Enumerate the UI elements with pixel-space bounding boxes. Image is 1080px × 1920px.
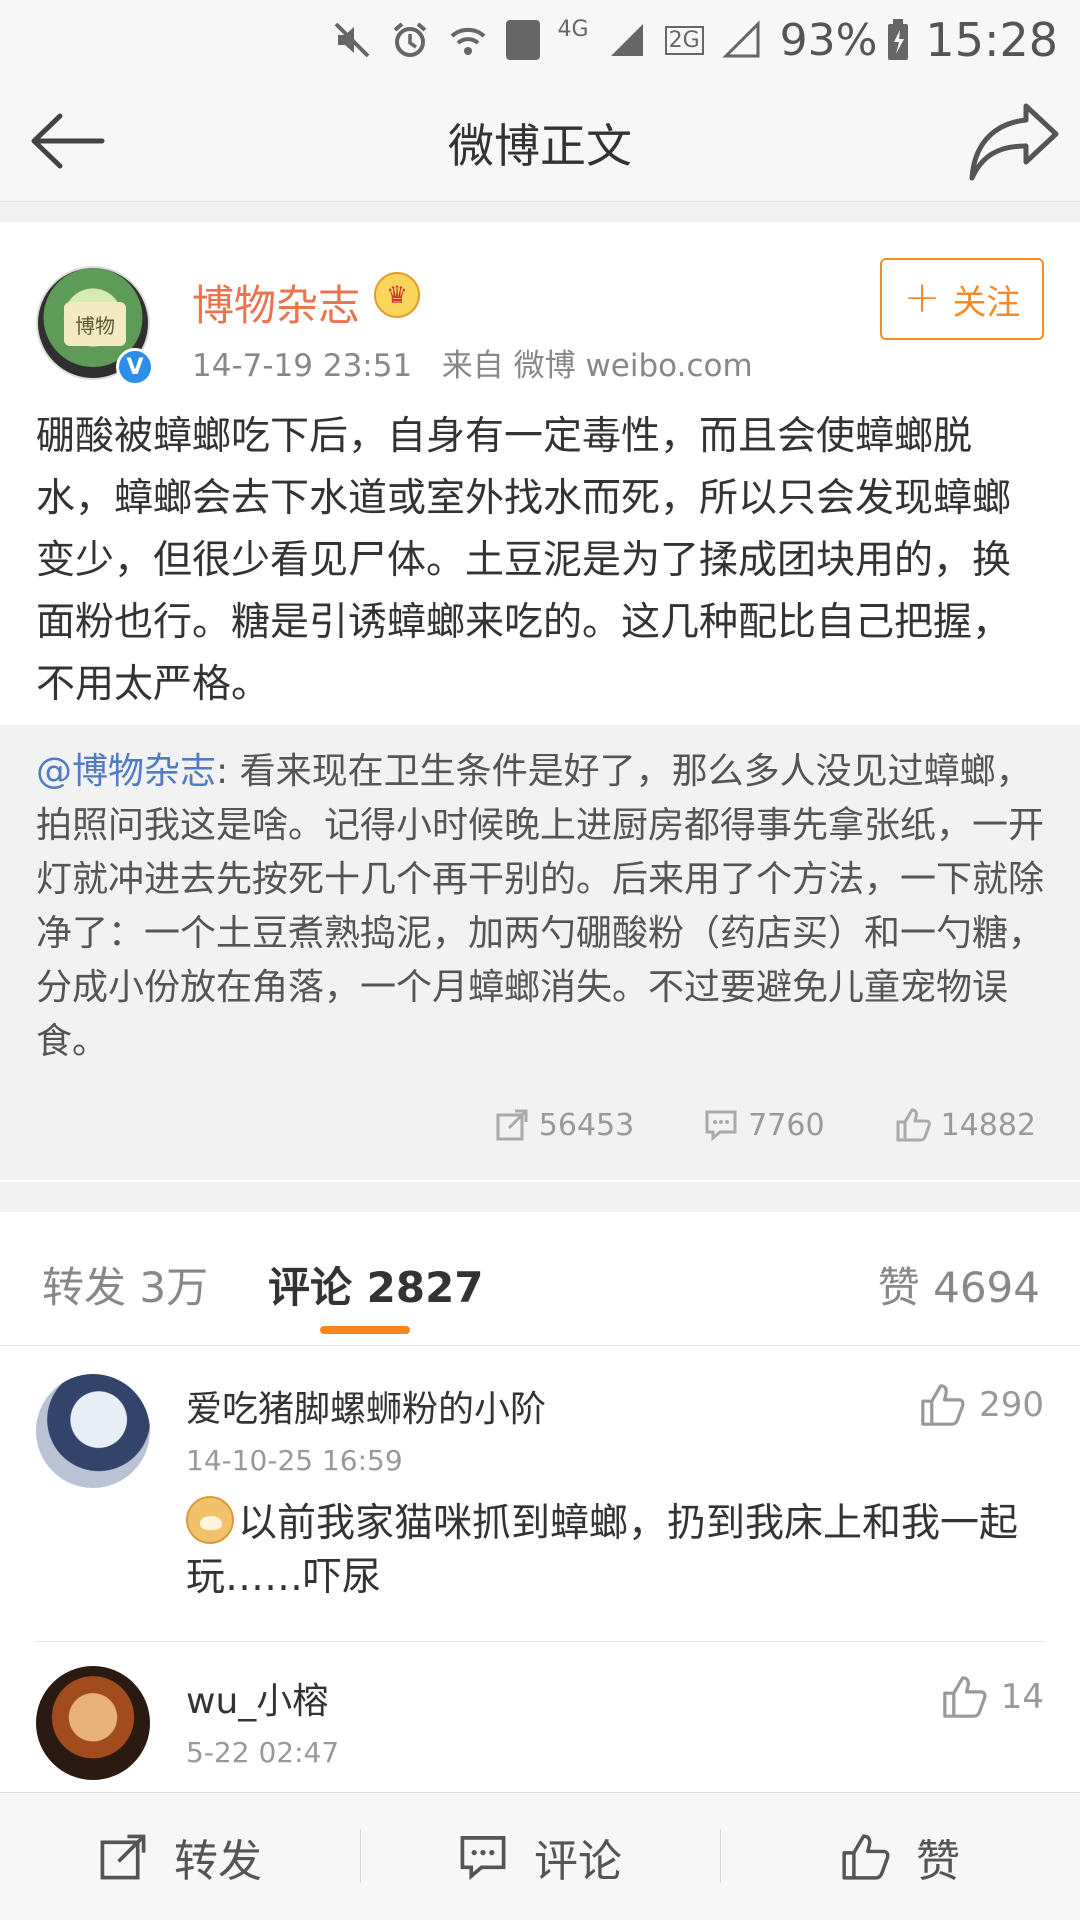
plus-icon: +: [903, 271, 941, 323]
signal-icon: [610, 24, 643, 56]
comment-time: 5-22 02:47: [186, 1736, 340, 1769]
vip-crown-icon: ♛: [374, 272, 420, 318]
like-button[interactable]: 赞: [720, 1793, 1080, 1920]
network-4g-label: 4G: [557, 16, 589, 42]
retweet-text: @博物杂志: 看来现在卫生条件是好了，那么多人没见过蟑螂，拍照问我这是啥。记得小…: [36, 745, 1048, 1069]
repost-count-text: 56453: [538, 1107, 635, 1143]
comment-like-button[interactable]: 290: [919, 1382, 1044, 1428]
retweet-stats: 56453 7760 14882: [0, 1100, 1080, 1150]
doge-emoji-icon: [186, 1496, 234, 1544]
author-name[interactable]: 博物杂志: [192, 272, 360, 333]
comment-time: 14-10-25 16:59: [186, 1444, 403, 1477]
like-label: 赞: [916, 1835, 960, 1887]
status-time: 15:28: [925, 13, 1058, 67]
repost-icon: [496, 1109, 528, 1141]
interaction-tabs: 转发 3万 评论 2827 赞 4694: [0, 1212, 1080, 1346]
tab-like[interactable]: 赞 4694: [878, 1254, 1040, 1315]
tab-active-indicator: [320, 1326, 410, 1334]
comment-like-count: 290: [979, 1385, 1044, 1425]
verified-badge-icon: V: [116, 348, 154, 386]
share-forward-icon[interactable]: [966, 98, 1062, 184]
tab-repost[interactable]: 转发 3万: [42, 1254, 208, 1315]
retweet-content: : 看来现在卫生条件是好了，那么多人没见过蟑螂，拍照问我这是啥。记得小时候晚上进…: [36, 751, 1045, 1062]
like-icon: [896, 1108, 931, 1142]
alarm-icon: [393, 22, 427, 57]
comment-count-text: 7760: [748, 1107, 825, 1143]
comment-label: 评论: [534, 1835, 622, 1887]
post-source: 来自 微博 weibo.com: [441, 348, 753, 384]
follow-label: 关注: [952, 282, 1021, 323]
bottom-action-bar: 转发 评论 赞: [0, 1792, 1080, 1920]
comment-text-content: 以前我家猫咪抓到蟑螂，扔到我床上和我一起玩……吓尿: [186, 1501, 1019, 1600]
tab-comment[interactable]: 评论 2827: [268, 1254, 484, 1315]
follow-button[interactable]: + 关注: [880, 258, 1044, 340]
comment-list: 爱吃猪脚螺蛳粉的小阶 14-10-25 16:59 290 以前我家猫咪抓到蟑螂…: [0, 1346, 1080, 1792]
repost-icon: [100, 1834, 146, 1879]
repost-button[interactable]: 转发: [0, 1793, 360, 1920]
like-icon: [842, 1833, 890, 1880]
retweet-comment-count[interactable]: 7760: [704, 1107, 825, 1143]
commenter-avatar[interactable]: [36, 1374, 150, 1488]
comment-text: 以前我家猫咪抓到蟑螂，扔到我床上和我一起玩……吓尿: [186, 1496, 1046, 1605]
comment-icon: [705, 1110, 737, 1142]
post-timestamp: 14-7-19 23:51: [192, 348, 413, 384]
signal-2g-icon: [722, 20, 760, 58]
repost-label: 转发: [174, 1835, 262, 1887]
retweet-mention[interactable]: @博物杂志: [36, 751, 216, 792]
comment-like-count: 14: [1000, 1677, 1044, 1717]
commenter-name[interactable]: wu_小榕: [186, 1672, 328, 1724]
status-bar: 2 4G 2G 93% 15:28: [0, 0, 1080, 80]
comment-icon: [460, 1835, 506, 1880]
commenter-name[interactable]: 爱吃猪脚螺蛳粉的小阶: [186, 1380, 546, 1432]
comment-divider: [36, 1641, 1044, 1642]
like-count-text: 14882: [940, 1107, 1036, 1143]
battery-percent: 93%: [779, 14, 878, 66]
retweet-like-count[interactable]: 14882: [895, 1107, 1036, 1143]
battery-icon: [888, 19, 909, 60]
comment-button[interactable]: 评论: [360, 1793, 720, 1920]
like-icon: [921, 1384, 965, 1426]
sim-badge: 2: [505, 20, 540, 60]
network-2g-label: 2G: [664, 25, 704, 55]
avatar-logo: 博物: [64, 302, 126, 346]
retweet-repost-count[interactable]: 56453: [495, 1108, 634, 1143]
nav-bar: 微博正文: [0, 80, 1080, 202]
post-body: 硼酸被蟑螂吃下后，自身有一定毒性，而且会使蟑螂脱水，蟑螂会去下水道或室外找水而死…: [36, 414, 1012, 707]
comment-like-button[interactable]: 14: [941, 1674, 1044, 1720]
status-icons: 2 4G 2G: [332, 17, 762, 64]
wifi-icon: [450, 27, 486, 55]
page-title: 微博正文: [448, 119, 632, 173]
commenter-avatar[interactable]: [36, 1666, 150, 1780]
post-meta: 14-7-19 23:51 来自 微博 weibo.com: [192, 340, 753, 385]
like-icon: [942, 1676, 987, 1718]
mute-icon: [334, 22, 370, 58]
